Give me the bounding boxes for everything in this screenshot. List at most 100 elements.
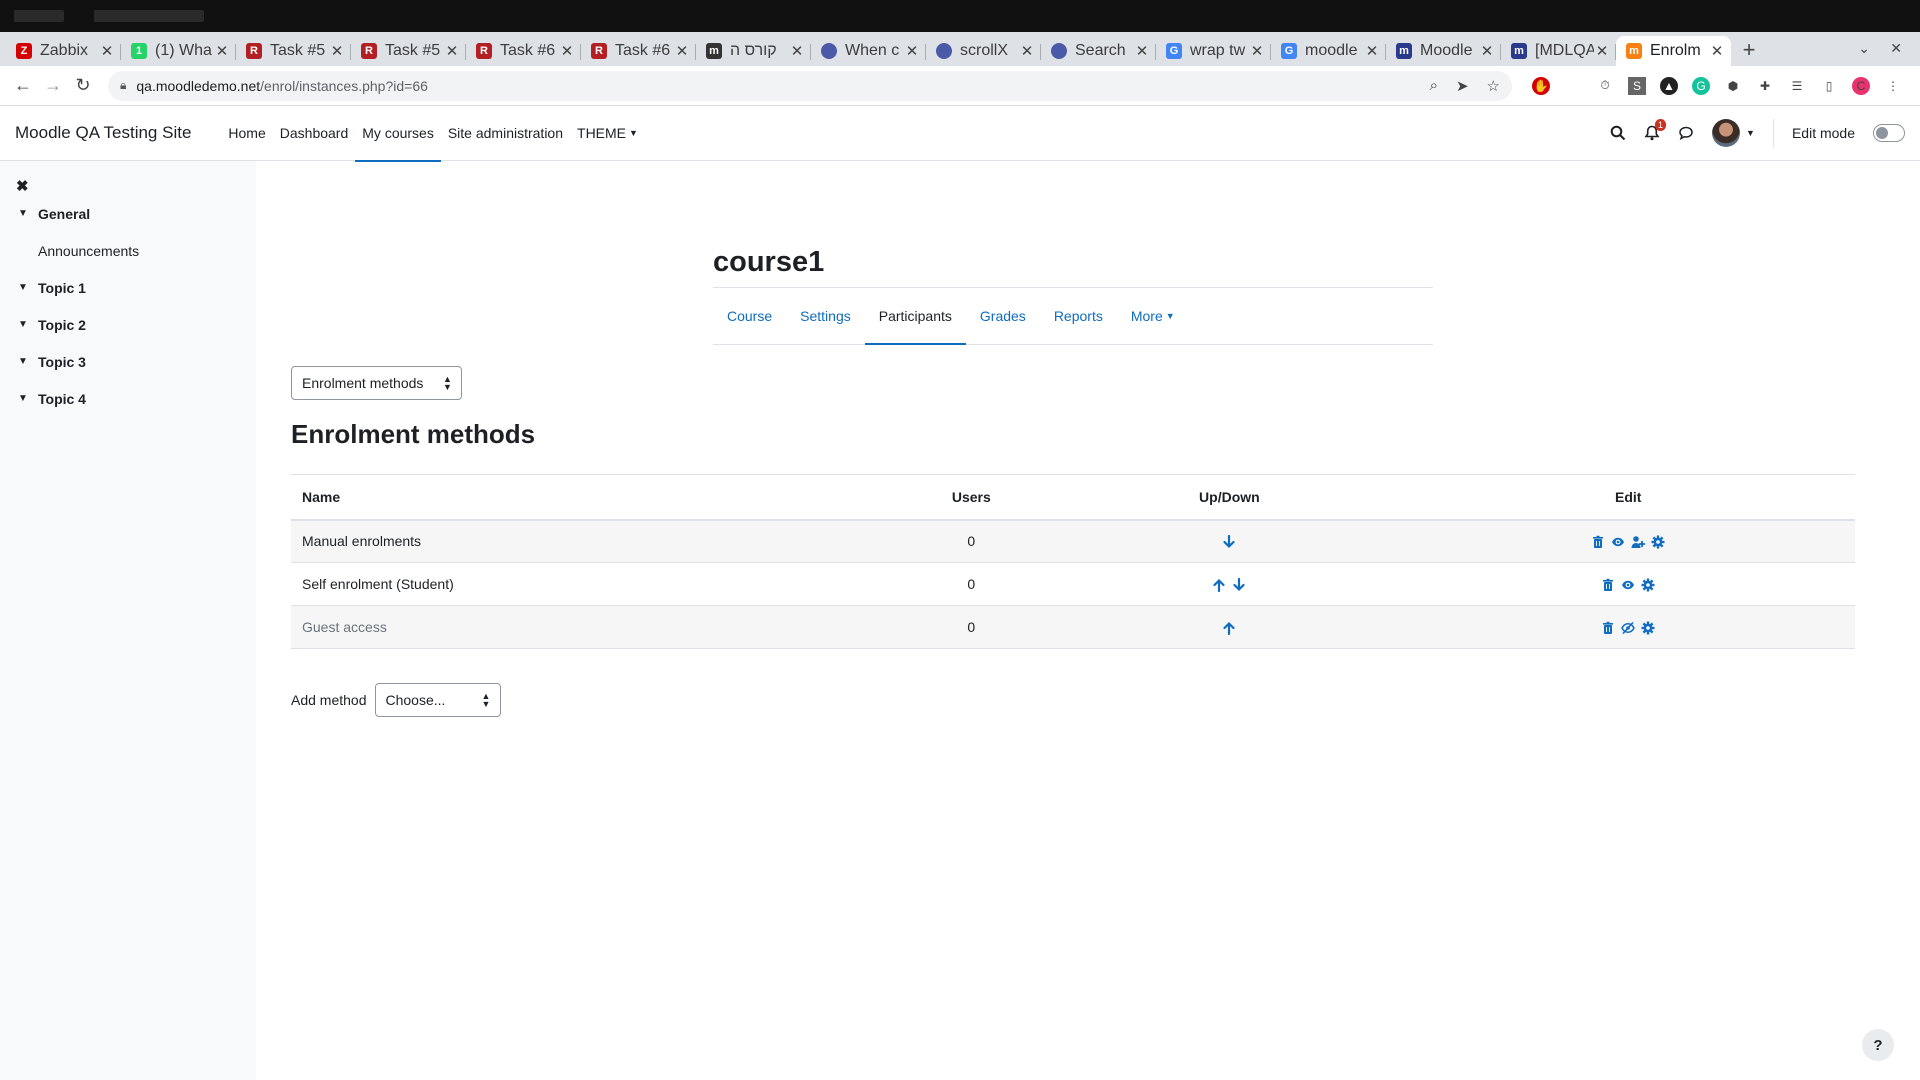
reading-list-icon[interactable]: ☰ — [1788, 77, 1806, 95]
nav-my-courses[interactable]: My courses — [355, 106, 441, 162]
course-section-topic-3[interactable]: ▼ Topic 3 — [0, 343, 256, 380]
close-tab-icon[interactable]: ✕ — [789, 42, 805, 60]
close-tab-icon[interactable]: ✕ — [1364, 42, 1380, 60]
course-section-topic-2[interactable]: ▼ Topic 2 — [0, 306, 256, 343]
browser-tab[interactable]: R Task #5 ✕ — [351, 36, 466, 66]
chevron-down-icon[interactable]: ▼ — [18, 319, 28, 330]
browser-tab[interactable]: Z Zabbix ✕ — [6, 36, 121, 66]
course-tab-grades[interactable]: Grades — [966, 288, 1040, 344]
browser-tab[interactable]: R Task #6 ✕ — [581, 36, 696, 66]
close-tab-icon[interactable]: ✕ — [1479, 42, 1495, 60]
chevron-down-icon[interactable]: ▼ — [18, 282, 28, 293]
close-tab-icon[interactable]: ✕ — [559, 42, 575, 60]
browser-tab[interactable]: When c ✕ — [811, 36, 926, 66]
course-tab-participants[interactable]: Participants — [864, 288, 967, 345]
browser-tab[interactable]: Gmoodle ✕ — [1271, 36, 1386, 66]
arrow-down-icon[interactable] — [1232, 578, 1246, 592]
bookmark-star-icon[interactable]: ☆ — [1487, 77, 1500, 95]
gear-icon[interactable] — [1651, 535, 1665, 549]
browser-tab[interactable]: R Task #6 ✕ — [466, 36, 581, 66]
extension-timer-icon[interactable]: ⏱ — [1596, 77, 1614, 95]
address-bar[interactable]: 🔒︎ qa.moodledemo.net/enrol/instances.php… — [108, 70, 1512, 101]
course-tab-settings[interactable]: Settings — [786, 288, 865, 344]
browser-menu-icon[interactable]: ⋮ — [1884, 77, 1902, 95]
notifications-bell-icon[interactable]: 1 — [1644, 119, 1667, 141]
reload-button[interactable]: ↻ — [68, 71, 98, 101]
browser-tab[interactable]: Gwrap tw ✕ — [1156, 36, 1271, 66]
user-plus-icon[interactable] — [1631, 535, 1646, 549]
eye-icon[interactable] — [1621, 578, 1635, 592]
chevron-down-icon[interactable]: ▼ — [18, 356, 28, 367]
navbar-right: 1 ▼ Edit mode — [1610, 119, 1905, 147]
browser-tab[interactable]: m קורס ה ✕ — [696, 36, 811, 66]
close-tab-icon[interactable]: ✕ — [904, 42, 920, 60]
close-tab-icon[interactable]: ✕ — [1249, 42, 1265, 60]
close-drawer-icon[interactable]: ✖ — [16, 177, 29, 195]
tab-search-icon[interactable]: ⌄ — [1858, 40, 1870, 57]
course-section-topic-4[interactable]: ▼ Topic 4 — [0, 380, 256, 417]
eye-slash-icon[interactable] — [1621, 621, 1636, 635]
chevron-down-icon[interactable]: ▼ — [18, 393, 28, 404]
nav-site-administration[interactable]: Site administration — [448, 106, 563, 161]
zoom-icon[interactable]: ⌕ — [1430, 77, 1438, 94]
extension-blank-icon[interactable] — [1564, 77, 1582, 95]
gear-icon[interactable] — [1641, 578, 1655, 592]
extension-adblock-icon[interactable]: ✋ — [1532, 76, 1550, 95]
chevron-down-icon[interactable]: ▼ — [18, 208, 28, 219]
extension-grammarly-icon[interactable]: G — [1692, 76, 1710, 95]
close-tab-icon[interactable]: ✕ — [674, 42, 690, 60]
course-section-general[interactable]: ▼ General — [0, 195, 256, 232]
edit-mode-toggle[interactable] — [1873, 124, 1905, 142]
site-brand[interactable]: Moodle QA Testing Site — [15, 123, 191, 143]
search-icon[interactable] — [1610, 125, 1626, 141]
messages-chat-icon[interactable] — [1678, 125, 1694, 141]
back-button[interactable]: ← — [8, 71, 38, 101]
user-menu[interactable]: ▼ — [1712, 119, 1755, 147]
browser-tab[interactable]: Search ✕ — [1041, 36, 1156, 66]
nav-dashboard[interactable]: Dashboard — [280, 106, 349, 161]
trash-icon[interactable] — [1601, 578, 1615, 592]
close-tab-icon[interactable]: ✕ — [214, 42, 230, 60]
close-tab-icon[interactable]: ✕ — [329, 42, 345, 60]
close-tab-icon[interactable]: ✕ — [1019, 42, 1035, 60]
extensions-puzzle-icon[interactable]: ✚ — [1756, 77, 1774, 95]
extension-s-icon[interactable]: S — [1628, 76, 1646, 95]
course-tab-reports[interactable]: Reports — [1040, 288, 1117, 344]
close-tab-icon[interactable]: ✕ — [1594, 42, 1610, 60]
window-control-icon[interactable]: ✕ — [1890, 40, 1902, 57]
trash-icon[interactable] — [1591, 535, 1605, 549]
close-tab-icon[interactable]: ✕ — [1709, 42, 1725, 60]
trash-icon[interactable] — [1601, 621, 1615, 635]
close-tab-icon[interactable]: ✕ — [99, 42, 115, 60]
browser-tab-title: (1) Wha — [155, 42, 212, 59]
send-icon[interactable]: ➤ — [1456, 77, 1469, 95]
extension-cube-icon[interactable]: ⬢ — [1724, 77, 1742, 95]
enrolment-methods-select[interactable]: Enrolment methods ▲ ▼ — [291, 366, 462, 400]
new-tab-button[interactable]: + — [1731, 36, 1767, 66]
browser-tab[interactable]: m Moodle ✕ — [1386, 36, 1501, 66]
arrow-up-icon[interactable] — [1222, 621, 1236, 636]
nav-theme[interactable]: THEME ▼ — [577, 106, 638, 161]
profile-avatar[interactable]: C — [1852, 76, 1870, 95]
browser-tab[interactable]: m [MDLQA ✕ — [1501, 36, 1616, 66]
arrow-down-icon[interactable] — [1222, 535, 1236, 549]
extension-fire-icon[interactable]: ▲ — [1660, 76, 1678, 95]
close-tab-icon[interactable]: ✕ — [444, 42, 460, 60]
course-section-topic-1[interactable]: ▼ Topic 1 — [0, 269, 256, 306]
add-method-select[interactable]: Choose... ▲ ▼ — [374, 683, 501, 717]
browser-tab[interactable]: scrollX ✕ — [926, 36, 1041, 66]
course-tab-more[interactable]: More ▼ — [1117, 288, 1189, 344]
close-tab-icon[interactable]: ✕ — [1134, 42, 1150, 60]
browser-tab[interactable]: m Enrolm ✕ — [1616, 36, 1731, 66]
arrow-up-icon[interactable] — [1212, 578, 1226, 593]
eye-icon[interactable] — [1611, 535, 1625, 549]
nav-home[interactable]: Home — [228, 106, 265, 161]
side-panel-icon[interactable]: ▯ — [1820, 77, 1838, 95]
gear-icon[interactable] — [1641, 621, 1655, 635]
browser-tab[interactable]: R Task #5 ✕ — [236, 36, 351, 66]
forward-button[interactable]: → — [38, 71, 68, 101]
course-activity-item[interactable]: Announcements — [0, 232, 256, 269]
course-tab-course[interactable]: Course — [713, 288, 786, 344]
browser-tab[interactable]: 1 (1) Wha ✕ — [121, 36, 236, 66]
help-question-icon[interactable]: ? — [1862, 1029, 1894, 1061]
